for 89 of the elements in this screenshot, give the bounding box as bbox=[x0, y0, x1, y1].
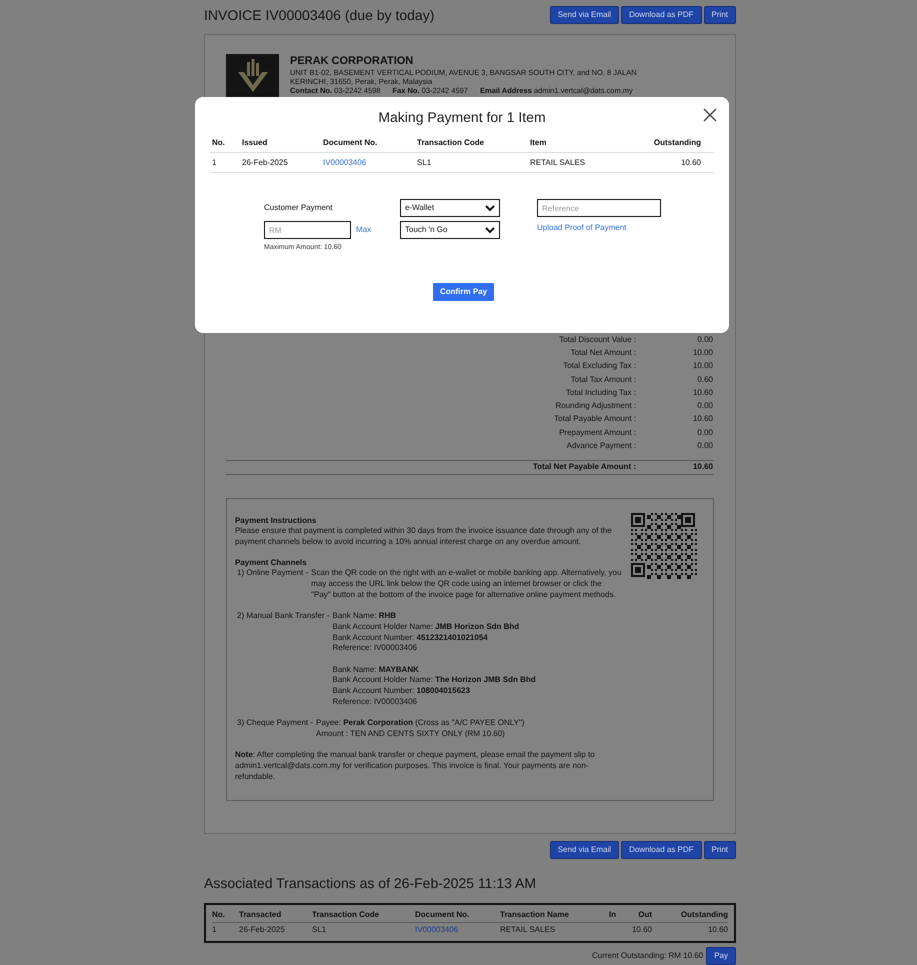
channel-detail: Amount : TEN AND CENTS SIXTY ONLY (RM 10.60) bbox=[316, 728, 506, 740]
pay-button[interactable]: Pay bbox=[706, 946, 736, 965]
table-cell-text: 1 bbox=[212, 156, 218, 168]
column-header: Item bbox=[530, 136, 548, 148]
amount-field[interactable]: RM bbox=[264, 221, 351, 239]
channel-detail: Bank Account Number: 4512321401021054 bbox=[332, 632, 489, 644]
column-header: Issued bbox=[242, 136, 268, 148]
total-value: 0.00 bbox=[696, 426, 714, 439]
table-cell-text: 10.60 bbox=[680, 156, 702, 168]
channel-detail: Bank Account Number: 108004015623 bbox=[332, 686, 471, 697]
channel-label: 2) Manual Bank Transfer - bbox=[236, 611, 330, 622]
invoice-title: INVOICE IV00003406 (due by today) bbox=[204, 6, 434, 25]
chevron-icon bbox=[485, 226, 495, 234]
field-label: Customer Payment bbox=[264, 202, 332, 214]
table-cell-text: 1 bbox=[212, 924, 218, 936]
column-header: Out bbox=[637, 908, 652, 921]
action-button[interactable]: Print bbox=[704, 6, 736, 24]
total-value: 0.00 bbox=[696, 400, 714, 412]
qr-code bbox=[631, 512, 697, 579]
chevron-icon bbox=[485, 204, 495, 212]
total-value: 10.60 bbox=[692, 386, 714, 399]
channel-detail: Bank Name: RHB bbox=[332, 611, 398, 622]
action-button[interactable]: Send via Email bbox=[550, 840, 620, 859]
section-heading: Payment Channels bbox=[235, 558, 308, 568]
dialog-title: Making Payment for 1 Item bbox=[377, 108, 547, 127]
total-label: Total Tax Amount : bbox=[570, 374, 636, 386]
company-name: PERAK CORPORATION bbox=[290, 54, 414, 68]
table-cell-text: SL1 bbox=[312, 924, 328, 936]
action-button[interactable]: Print bbox=[704, 840, 736, 859]
total-label: Total Payable Amount : bbox=[554, 413, 636, 426]
instructions-text: Please ensure that payment is completed within 30 days from the invoice issuance date through any of the payment channels below to avoid incurring a 10% annual interest charge on any overdue amount. bbox=[235, 526, 613, 548]
total-label: Rounding Adjustment : bbox=[556, 400, 636, 412]
max-link[interactable]: Max bbox=[356, 224, 372, 236]
channel-detail: Bank Name: MAYBANK bbox=[332, 664, 420, 676]
channel-label: 3) Cheque Payment - bbox=[236, 718, 314, 730]
close-icon[interactable] bbox=[703, 108, 717, 122]
channel-detail: Reference: IV00003406 bbox=[332, 696, 418, 708]
total-value: 0.00 bbox=[696, 440, 714, 452]
total-label: Total Discount Value : bbox=[559, 334, 636, 346]
column-header: No. bbox=[212, 908, 226, 921]
total-value: 10.60 bbox=[692, 413, 714, 426]
column-header: Document No. bbox=[323, 136, 378, 148]
column-header: No. bbox=[212, 136, 226, 148]
table-cell-text: RETAIL SALES bbox=[530, 156, 586, 168]
total-value: 0.60 bbox=[696, 374, 714, 386]
reference-field[interactable]: Reference bbox=[537, 199, 661, 217]
channel-detail: Scan the QR code on the right with an e-wallet or mobile banking app. Alternatively, you may access the URL link below the QR code using an internet browser or click the "Pay" button at the bottom of the invoice page for alternative online payment methods. bbox=[311, 568, 622, 601]
channel-label: 1) Online Payment - bbox=[236, 568, 310, 580]
action-button[interactable]: Send via Email bbox=[550, 6, 620, 24]
total-label: Advance Payment : bbox=[566, 440, 636, 452]
action-button[interactable]: Download as PDF bbox=[621, 840, 702, 859]
column-header: Outstanding bbox=[680, 908, 728, 921]
dropdown-field[interactable]: Touch 'n Go bbox=[400, 221, 500, 239]
total-value: 0.00 bbox=[696, 334, 714, 346]
column-header: Transaction Code bbox=[417, 136, 486, 148]
confirm-pay-button[interactable]: Confirm Pay bbox=[432, 282, 494, 300]
column-header: Transacted bbox=[239, 908, 282, 921]
total-value: 10.00 bbox=[692, 360, 714, 372]
document-link[interactable]: IV00003406 bbox=[323, 156, 417, 168]
logo-icon bbox=[226, 54, 279, 97]
table-cell-text: 10.60 bbox=[706, 924, 728, 936]
upload-link[interactable]: Upload Proof of Payment bbox=[537, 221, 661, 239]
table-cell-text: 26-Feb-2025 bbox=[239, 924, 286, 936]
column-header: Document No. bbox=[415, 908, 470, 921]
current-outstanding: Current Outstanding: RM 10.60 bbox=[592, 950, 704, 962]
action-button[interactable]: Download as PDF bbox=[621, 6, 702, 24]
channel-detail: Reference: IV00003406 bbox=[332, 643, 418, 654]
channel-detail: Payee: Perak Corporation (Cross as "A/C PAYEE ONLY") bbox=[316, 718, 526, 729]
total-label: Prepayment Amount : bbox=[559, 426, 636, 439]
column-header: Outstanding bbox=[652, 136, 702, 148]
section-title: Associated Transactions as of 26-Feb-2025 11:13 AM bbox=[204, 874, 538, 893]
column-header: In bbox=[608, 908, 616, 921]
table-cell-text: RETAIL SALES bbox=[500, 924, 556, 936]
channel-detail: Bank Account Holder Name: JMB Horizon Sdn Bhd bbox=[332, 622, 520, 633]
total-label: Total Including Tax : bbox=[566, 386, 636, 399]
table-cell-text: 26-Feb-2025 bbox=[242, 156, 289, 168]
column-header: Transaction Code bbox=[312, 908, 380, 921]
total-label: Total Net Payable Amount : bbox=[532, 461, 636, 474]
total-label: Total Net Amount : bbox=[570, 346, 636, 359]
dropdown-field[interactable]: e-Wallet bbox=[400, 199, 500, 217]
note-text: Note: After completing the manual bank transfer or cheque payment, please email the payment slip to admin1.vertcal@dats.com.my for verification purposes. This invoice is final. Your payments are non-refundable. bbox=[235, 750, 596, 782]
table-cell-text: 10.60 bbox=[630, 924, 652, 936]
column-header: Transaction Name bbox=[500, 908, 570, 921]
total-value: 10.00 bbox=[692, 346, 714, 359]
total-label: Total Excluding Tax : bbox=[563, 360, 636, 372]
channel-detail: Bank Account Holder Name: The Horizon JMB Sdn Bhd bbox=[332, 675, 537, 686]
total-value: 10.60 bbox=[692, 461, 714, 474]
table-cell-text: SL1 bbox=[417, 156, 432, 168]
section-heading: Payment Instructions bbox=[235, 516, 318, 526]
